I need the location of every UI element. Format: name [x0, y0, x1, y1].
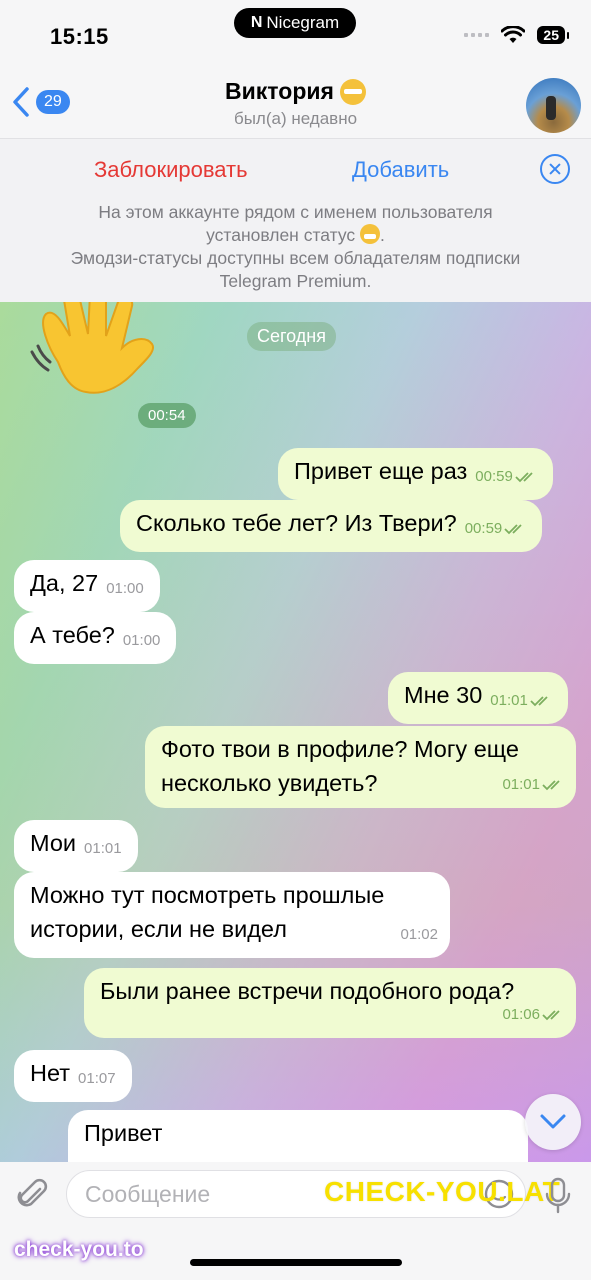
message-text: А тебе?	[30, 622, 115, 648]
message-meta: 01:06	[502, 998, 564, 1032]
message-text: Мне 30	[404, 682, 483, 708]
message-bubble-incoming[interactable]: А тебе? 01:00	[14, 612, 177, 664]
message-time: 01:02	[400, 926, 438, 943]
block-button[interactable]: Заблокировать	[94, 157, 248, 183]
chat-header: 29 Виктория был(а) недавно	[0, 70, 591, 138]
battery-indicator: 25	[537, 26, 569, 44]
message-text: Сколько тебе лет? Из Твери?	[136, 510, 457, 536]
unread-count-badge: 29	[36, 90, 70, 114]
emoji-status-icon	[360, 224, 381, 244]
message-bubble-incoming[interactable]: Можно тут посмотреть прошлые истории, ес…	[14, 872, 450, 958]
contact-name: Виктория	[225, 78, 334, 104]
message-meta: 00:59	[475, 460, 537, 494]
date-separator: Сегодня	[247, 322, 336, 351]
message-bubble-outgoing[interactable]: Были ранее встречи подобного рода? 01:06	[84, 968, 576, 1038]
back-button[interactable]: 29	[12, 86, 70, 118]
info-line: На этом аккаунте рядом с именем пользова…	[98, 202, 493, 222]
read-checks-icon	[542, 1010, 560, 1021]
message-meta: 01:01	[502, 768, 564, 802]
message-bubble-incoming[interactable]: Привет	[68, 1110, 528, 1162]
message-bubble-incoming[interactable]: Да, 27 01:00	[14, 560, 160, 612]
contact-action-banner: Заблокировать Добавить На этом аккаунте …	[0, 138, 591, 302]
microphone-icon[interactable]	[543, 1176, 573, 1216]
status-bar: 15:15 N Nicegram 25	[0, 0, 591, 70]
message-bubble-outgoing[interactable]: Привет еще раз 00:59	[278, 448, 553, 500]
message-meta: 00:59	[465, 512, 527, 546]
message-bubble-incoming[interactable]: Мои 01:01	[14, 820, 138, 872]
back-chevron-icon	[13, 87, 29, 117]
message-time: 01:00	[106, 580, 144, 597]
watermark-text: check-you.to	[14, 1238, 144, 1261]
info-line: установлен статус .	[206, 224, 385, 245]
message-text: Нет	[30, 1060, 71, 1086]
chevron-down-icon	[540, 1114, 566, 1129]
message-bubble-outgoing[interactable]: Мне 30 01:01	[388, 672, 568, 724]
read-checks-icon	[515, 472, 533, 483]
message-bubble-outgoing[interactable]: Фото твои в профиле? Могу еще несколько …	[145, 726, 576, 808]
chat-title: Виктория	[225, 78, 366, 105]
info-line: Telegram Premium.	[219, 271, 372, 291]
message-text-line: несколько увидеть?	[161, 770, 378, 796]
paperclip-icon[interactable]	[14, 1177, 50, 1213]
chat-title-area[interactable]: Виктория был(а) недавно	[140, 78, 451, 129]
message-text: Мои	[30, 830, 77, 856]
waving-hand-sticker[interactable]	[28, 302, 188, 402]
cellular-signal-icon	[464, 33, 490, 37]
message-meta: 01:01	[490, 684, 552, 718]
home-indicator	[190, 1259, 402, 1266]
message-text-line: Фото твои в профиле? Могу еще	[161, 736, 519, 762]
system-icons: 25	[464, 26, 569, 44]
info-line: Эмодзи-статусы доступны всем обладателям…	[70, 248, 521, 268]
island-label: Nicegram	[266, 13, 340, 32]
message-text-line: истории, если не видел	[30, 916, 287, 942]
read-checks-icon	[530, 696, 548, 707]
composer-bar: CHECK-YOU.LAT check-you.to	[0, 1162, 591, 1280]
sticker-time: 00:54	[138, 403, 196, 428]
message-list[interactable]: Сегодня 00:54 Привет еще раз 00:59 Скольк…	[0, 302, 591, 1162]
emoji-status-info: На этом аккаунте рядом с именем пользова…	[10, 201, 581, 293]
message-time: 01:00	[122, 632, 161, 649]
last-seen-status: был(а) недавно	[233, 109, 358, 128]
clock: 15:15	[50, 24, 109, 49]
message-text: Привет еще раз	[294, 458, 468, 484]
read-checks-icon	[504, 524, 522, 535]
message-bubble-outgoing[interactable]: Сколько тебе лет? Из Твери? 00:59	[120, 500, 543, 552]
add-contact-button[interactable]: Добавить	[352, 157, 449, 183]
message-text-line: Можно тут посмотреть прошлые	[30, 882, 385, 908]
message-bubble-incoming[interactable]: Нет 01:07	[14, 1050, 132, 1102]
read-checks-icon	[542, 780, 560, 791]
watermark-text: CHECK-YOU.LAT	[324, 1176, 561, 1207]
dynamic-island: N Nicegram	[234, 8, 356, 38]
avatar[interactable]	[526, 78, 581, 133]
nicegram-logo-icon: N	[250, 14, 263, 31]
close-icon[interactable]	[540, 154, 570, 184]
message-text: Да, 27	[30, 570, 99, 596]
message-time: 01:01	[84, 840, 122, 857]
scroll-to-bottom-button[interactable]	[525, 1094, 581, 1150]
message-text: Привет	[84, 1120, 163, 1146]
wifi-icon	[501, 26, 526, 43]
message-time: 01:07	[78, 1070, 116, 1087]
message-text: Были ранее встречи подобного рода?	[100, 978, 515, 1004]
emoji-status-icon	[339, 78, 366, 105]
